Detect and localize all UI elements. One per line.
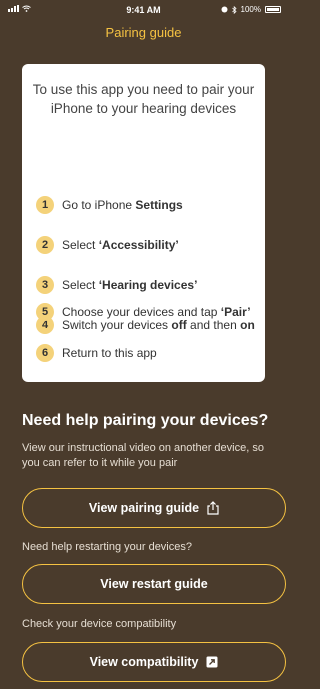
- instructions-card: To use this app you need to pair your iP…: [22, 64, 265, 382]
- view-pairing-guide-button[interactable]: View pairing guide: [22, 488, 286, 528]
- help-description: View our instructional video on another …: [22, 442, 264, 469]
- alarm-icon: [221, 6, 228, 13]
- battery-percent: 100%: [240, 5, 261, 14]
- status-bar: 9:41 AM 100%: [0, 0, 287, 20]
- restart-button-label: View restart guide: [100, 577, 208, 591]
- step-text: Select ‘Hearing devices’: [62, 278, 198, 292]
- step-number-badge: 1: [36, 196, 54, 214]
- step-number-badge: 3: [36, 276, 54, 294]
- view-restart-guide-button[interactable]: View restart guide: [22, 564, 286, 604]
- external-link-icon: [206, 656, 218, 668]
- step-item: 2 Select ‘Accessibility’: [36, 235, 259, 255]
- step-item: 6 Return to this app: [36, 343, 276, 363]
- step-text: Go to iPhone Settings: [62, 198, 183, 212]
- compatibility-label: Check your device compatibility: [22, 618, 177, 630]
- battery-icon: [265, 6, 281, 13]
- step-text: Return to this app: [62, 346, 157, 360]
- step-item: 5 Choose your devices and tap ‘Pair’: [36, 302, 276, 322]
- card-intro-text: To use this app you need to pair your iP…: [32, 82, 255, 116]
- page-title: Pairing guide: [105, 25, 182, 40]
- step-item: 3 Select ‘Hearing devices’: [36, 275, 259, 295]
- step-text: Select ‘Accessibility’: [62, 238, 179, 252]
- share-icon: [207, 501, 219, 515]
- status-right-group: 100%: [221, 5, 281, 14]
- step-number-badge: 2: [36, 236, 54, 254]
- bluetooth-icon: [231, 5, 237, 14]
- compatibility-button-label: View compatibility: [89, 655, 199, 669]
- step-number-badge: 6: [36, 344, 54, 362]
- pairing-button-label: View pairing guide: [88, 501, 200, 515]
- restart-label: Need help restarting your devices?: [22, 541, 192, 553]
- step-item: 1 Go to iPhone Settings: [36, 195, 259, 215]
- view-compatibility-button[interactable]: View compatibility: [22, 642, 286, 682]
- step-number-badge: 5: [36, 303, 54, 321]
- help-heading: Need help pairing your devices?: [22, 412, 269, 429]
- step-text: Choose your devices and tap ‘Pair’: [62, 305, 251, 319]
